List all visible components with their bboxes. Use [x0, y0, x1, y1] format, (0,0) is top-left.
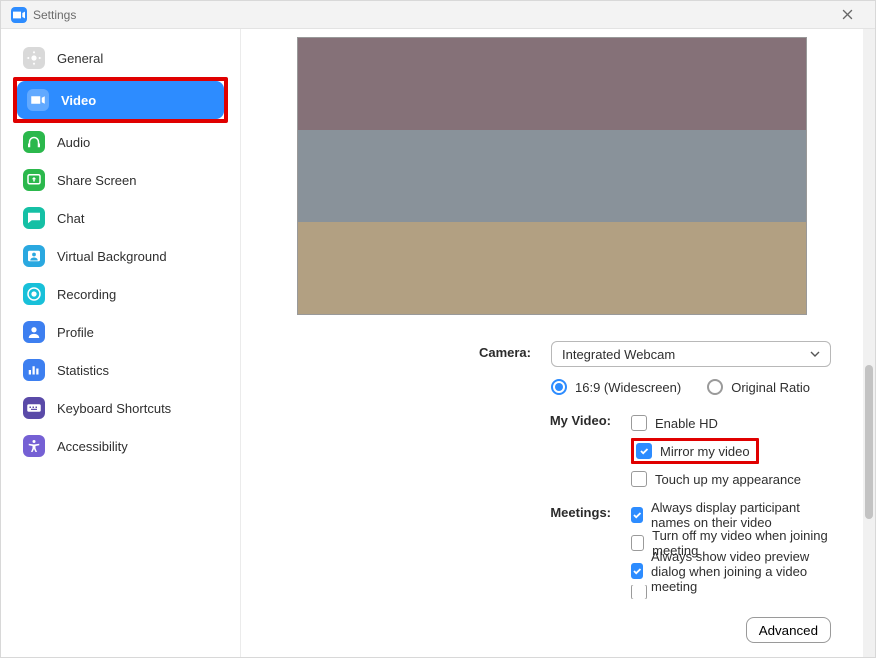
- sidebar-item-label: Audio: [57, 135, 90, 150]
- camera-select[interactable]: Integrated Webcam: [551, 341, 831, 367]
- checkbox-label: Always display participant names on thei…: [651, 500, 831, 530]
- highlight-mirror-option: Mirror my video: [631, 438, 759, 464]
- radio-icon: [707, 379, 723, 395]
- sidebar-item-label: Accessibility: [57, 439, 128, 454]
- camera-label: Camera:: [241, 341, 551, 360]
- camera-selected: Integrated Webcam: [562, 347, 675, 362]
- sidebar: General Video Audio: [1, 29, 241, 657]
- profile-icon: [23, 321, 45, 343]
- checkbox-icon: [631, 535, 644, 551]
- sidebar-item-label: Keyboard Shortcuts: [57, 401, 171, 416]
- sidebar-item-label: Chat: [57, 211, 84, 226]
- checkbox-icon: [631, 563, 643, 579]
- checkbox-icon: [631, 585, 647, 599]
- video-icon: [27, 89, 49, 111]
- meetings-label: Meetings:: [241, 501, 631, 520]
- gear-icon: [23, 47, 45, 69]
- sidebar-item-label: Profile: [57, 325, 94, 340]
- scrollbar-thumb[interactable]: [865, 365, 873, 519]
- main-panel: Camera: Integrated Webcam 16:9 (Widescre…: [241, 29, 875, 657]
- settings-window: Settings General Video: [0, 0, 876, 658]
- sidebar-item-label: Statistics: [57, 363, 109, 378]
- sidebar-item-chat[interactable]: Chat: [13, 199, 228, 237]
- radio-label: Original Ratio: [731, 380, 810, 395]
- sidebar-item-label: Share Screen: [57, 173, 137, 188]
- sidebar-item-audio[interactable]: Audio: [13, 123, 228, 161]
- checkbox-label: Mirror my video: [660, 444, 750, 459]
- highlight-video-nav: Video: [13, 77, 228, 123]
- advanced-button[interactable]: Advanced: [746, 617, 831, 643]
- app-icon: [11, 7, 27, 23]
- share-screen-icon: [23, 169, 45, 191]
- sidebar-item-general[interactable]: General: [13, 39, 228, 77]
- chat-icon: [23, 207, 45, 229]
- sidebar-item-accessibility[interactable]: Accessibility: [13, 427, 228, 465]
- sidebar-item-profile[interactable]: Profile: [13, 313, 228, 351]
- chevron-down-icon: [810, 347, 820, 362]
- video-preview: [297, 37, 807, 315]
- radio-aspect-169[interactable]: 16:9 (Widescreen): [551, 373, 681, 401]
- checkbox-display-names[interactable]: Always display participant names on thei…: [631, 501, 831, 529]
- sidebar-item-label: General: [57, 51, 103, 66]
- scrollbar[interactable]: [863, 29, 875, 657]
- my-video-label: My Video:: [241, 409, 631, 428]
- sidebar-item-label: Video: [61, 93, 96, 108]
- checkbox-label: Enable HD: [655, 416, 718, 431]
- window-title: Settings: [33, 8, 829, 22]
- checkbox-touch-up[interactable]: Touch up my appearance: [631, 465, 831, 493]
- sidebar-item-virtual-background[interactable]: Virtual Background: [13, 237, 228, 275]
- statistics-icon: [23, 359, 45, 381]
- checkbox-enable-hd[interactable]: Enable HD: [631, 409, 831, 437]
- sidebar-item-label: Virtual Background: [57, 249, 167, 264]
- radio-icon: [551, 379, 567, 395]
- close-icon[interactable]: [829, 1, 865, 28]
- titlebar: Settings: [1, 1, 875, 29]
- keyboard-icon: [23, 397, 45, 419]
- checkbox-preview-dialog[interactable]: Always show video preview dialog when jo…: [631, 557, 831, 585]
- checkbox-mirror-video[interactable]: [636, 443, 652, 459]
- checkbox-label: Always show video preview dialog when jo…: [651, 549, 831, 594]
- radio-aspect-original[interactable]: Original Ratio: [707, 373, 810, 401]
- sidebar-item-statistics[interactable]: Statistics: [13, 351, 228, 389]
- checkbox-icon: [631, 415, 647, 431]
- virtual-background-icon: [23, 245, 45, 267]
- recording-icon: [23, 283, 45, 305]
- accessibility-icon: [23, 435, 45, 457]
- sidebar-item-recording[interactable]: Recording: [13, 275, 228, 313]
- sidebar-item-keyboard-shortcuts[interactable]: Keyboard Shortcuts: [13, 389, 228, 427]
- sidebar-item-video[interactable]: Video: [17, 81, 224, 119]
- checkbox-icon: [631, 507, 643, 523]
- headphones-icon: [23, 131, 45, 153]
- sidebar-item-share-screen[interactable]: Share Screen: [13, 161, 228, 199]
- checkbox-label: Touch up my appearance: [655, 472, 801, 487]
- sidebar-item-label: Recording: [57, 287, 116, 302]
- checkbox-icon: [631, 471, 647, 487]
- radio-label: 16:9 (Widescreen): [575, 380, 681, 395]
